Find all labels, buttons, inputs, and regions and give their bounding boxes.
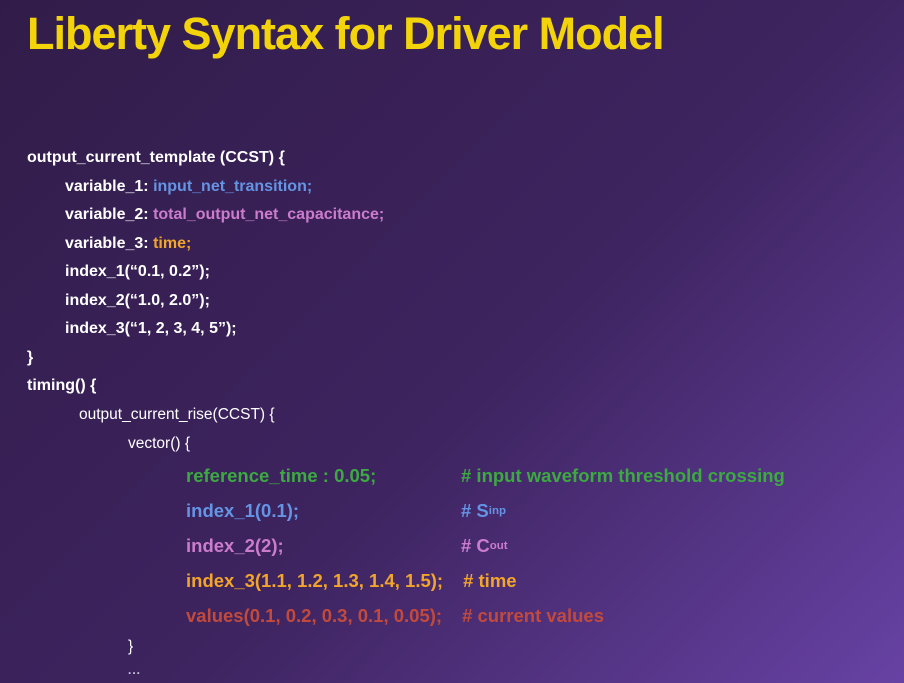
code-line: index_2(2);# Cout <box>0 529 904 564</box>
code-line: } <box>0 344 904 373</box>
code-line: variable_3: time; <box>0 230 904 259</box>
code-line: timing() { <box>0 372 904 401</box>
code-block: output_current_template (CCST) { variabl… <box>0 144 904 680</box>
ellipsis-text: ... <box>128 664 141 676</box>
code-value: input_net_transition; <box>153 179 312 195</box>
code-value: total_output_net_capacitance; <box>153 207 384 223</box>
code-text: output_current_template (CCST) { <box>27 150 285 166</box>
code-text: index_2(“1.0, 2.0”); <box>65 293 210 309</box>
code-line: output_current_template (CCST) { <box>0 144 904 173</box>
code-line: index_3(1.1, 1.2, 1.3, 1.4, 1.5); # time <box>0 564 904 599</box>
code-statement: index_3(1.1, 1.2, 1.3, 1.4, 1.5); <box>186 572 443 591</box>
code-line: vector() { <box>0 430 904 459</box>
code-statement: values(0.1, 0.2, 0.3, 0.1, 0.05); <box>186 607 442 626</box>
code-keyword: variable_1: <box>65 179 153 195</box>
code-value: time; <box>153 236 191 252</box>
code-comment: # current values <box>462 607 604 626</box>
slide: Liberty Syntax for Driver Model output_c… <box>0 0 904 683</box>
code-line: variable_2: total_output_net_capacitance… <box>0 201 904 230</box>
code-line: index_3(“1, 2, 3, 4, 5”); <box>0 315 904 344</box>
code-line: variable_1: input_net_transition; <box>0 173 904 202</box>
code-text: timing() { <box>27 378 96 394</box>
code-text: } <box>128 639 133 655</box>
code-line: } <box>0 634 904 660</box>
code-comment: # C <box>461 537 490 556</box>
code-text: index_3(“1, 2, 3, 4, 5”); <box>65 321 237 337</box>
code-text: output_current_rise(CCST) { <box>79 407 275 423</box>
code-line: index_1(0.1);# Sinp <box>0 494 904 529</box>
code-statement: index_1(0.1); <box>186 502 461 521</box>
code-text: index_1(“0.1, 0.2”); <box>65 264 210 280</box>
code-statement: reference_time : 0.05; <box>186 467 461 486</box>
code-text: vector() { <box>128 436 190 452</box>
code-line: index_2(“1.0, 2.0”); <box>0 287 904 316</box>
code-line: output_current_rise(CCST) { <box>0 401 904 430</box>
code-comment: # S <box>461 502 489 521</box>
code-comment: # time <box>463 572 516 591</box>
page-title: Liberty Syntax for Driver Model <box>27 8 664 60</box>
code-statement: index_2(2); <box>186 537 461 556</box>
code-keyword: variable_2: <box>65 207 153 223</box>
code-line: values(0.1, 0.2, 0.3, 0.1, 0.05); # curre… <box>0 599 904 634</box>
code-comment: # input waveform threshold crossing <box>461 467 785 486</box>
code-keyword: variable_3: <box>65 236 153 252</box>
code-text: } <box>27 350 33 366</box>
code-line: index_1(“0.1, 0.2”); <box>0 258 904 287</box>
code-line: reference_time : 0.05;# input waveform t… <box>0 459 904 494</box>
code-line-ellipsis: ... <box>0 660 904 680</box>
